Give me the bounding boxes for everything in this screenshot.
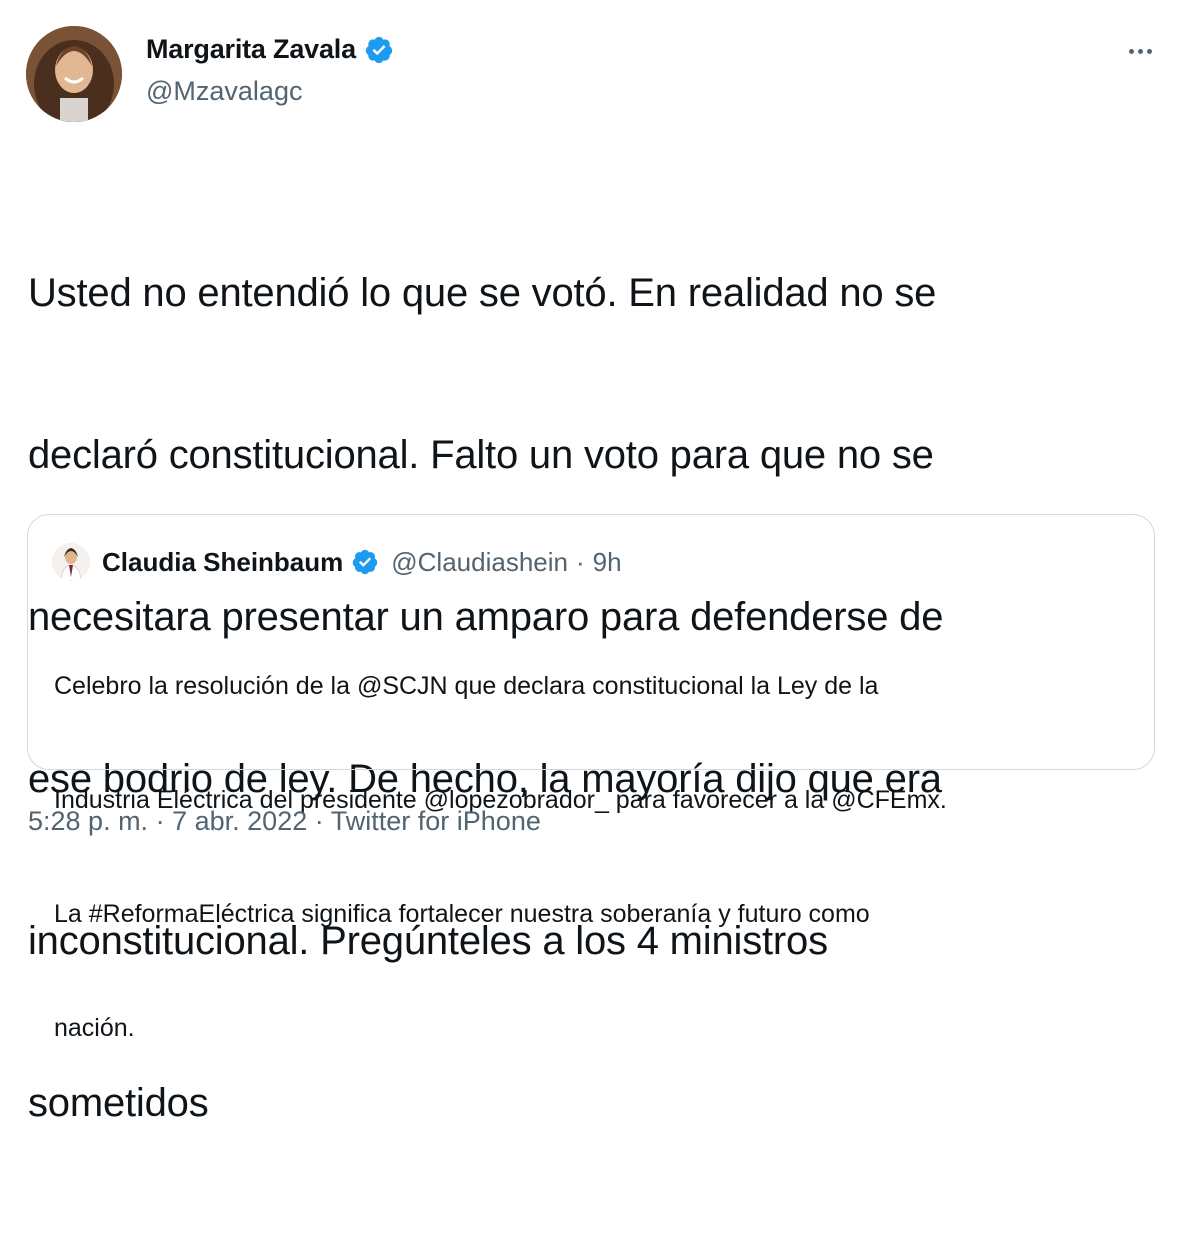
tweet-card: Margarita Zavala @Mzavalagc Usted no ent… — [0, 0, 1178, 1125]
author-avatar-image — [26, 26, 122, 122]
verified-badge-icon — [365, 36, 393, 63]
author-display-name[interactable]: Margarita Zavala — [146, 34, 356, 65]
author-avatar[interactable] — [26, 26, 122, 122]
quoted-author-handle[interactable]: @Claudiashein — [391, 547, 568, 578]
quoted-tweet-text: Celebro la resolución de la @SCJN que de… — [54, 591, 1134, 1123]
quoted-tweet[interactable]: Claudia Sheinbaum @Claudiashein · 9h Cel… — [27, 514, 1155, 1042]
tweet-source-link[interactable]: Twitter for iPhone — [331, 806, 541, 836]
quoted-tweet-time[interactable]: 9h — [593, 547, 622, 578]
tweet-date[interactable]: 7 abr. 2022 — [172, 806, 307, 836]
more-options-icon — [1146, 48, 1152, 54]
separator-dot: · — [575, 546, 585, 577]
author-name-row: Margarita Zavala — [146, 34, 394, 65]
separator-dot: · — [155, 806, 165, 836]
more-options-icon — [1137, 48, 1143, 54]
quoted-text-line: nación. — [54, 1014, 135, 1042]
quoted-author-display-name[interactable]: Claudia Sheinbaum — [102, 547, 343, 578]
verified-badge-icon — [353, 549, 378, 575]
tweet-text-line: Usted no entendió lo que se votó. En rea… — [28, 271, 937, 315]
tweet-text-line: declaró constitucional. Falto un voto pa… — [28, 433, 934, 477]
quoted-author-avatar — [52, 543, 90, 581]
tweet-meta: 5:28 p. m. · 7 abr. 2022 · Twitter for i… — [28, 806, 541, 837]
more-options-icon — [1128, 48, 1134, 54]
quoted-tweet-header: Claudia Sheinbaum @Claudiashein · 9h — [52, 543, 622, 581]
tweet-time[interactable]: 5:28 p. m. — [28, 806, 148, 836]
more-options-button[interactable] — [1120, 34, 1160, 68]
quoted-text-line: Celebro la resolución de la @SCJN que de… — [54, 672, 879, 700]
separator-dot: · — [314, 806, 324, 836]
quoted-text-line: La #ReformaEléctrica significa fortalece… — [54, 900, 870, 928]
author-handle[interactable]: @Mzavalagc — [146, 76, 302, 107]
quoted-author-avatar-image — [52, 543, 90, 581]
